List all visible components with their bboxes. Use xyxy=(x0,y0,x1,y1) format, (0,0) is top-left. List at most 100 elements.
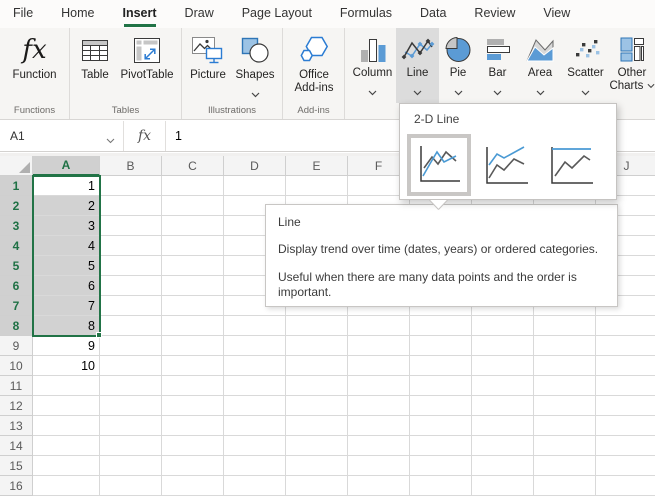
cell-J13[interactable] xyxy=(596,416,655,436)
cell-G11[interactable] xyxy=(410,376,472,396)
pie-chart-button[interactable]: Pie xyxy=(439,28,477,103)
cell-I9[interactable] xyxy=(534,336,596,356)
tab-home[interactable]: Home xyxy=(61,0,94,28)
name-box[interactable]: A1 xyxy=(0,121,124,151)
cell-H9[interactable] xyxy=(472,336,534,356)
cell-C6[interactable] xyxy=(162,276,224,296)
cell-D14[interactable] xyxy=(224,436,286,456)
cell-A16[interactable] xyxy=(33,476,100,496)
option-line[interactable] xyxy=(407,134,471,196)
cell-E9[interactable] xyxy=(286,336,348,356)
cell-A5[interactable]: 5 xyxy=(33,256,100,276)
cell-I13[interactable] xyxy=(534,416,596,436)
cell-C11[interactable] xyxy=(162,376,224,396)
cell-E16[interactable] xyxy=(286,476,348,496)
cell-J16[interactable] xyxy=(596,476,655,496)
cell-E15[interactable] xyxy=(286,456,348,476)
cell-C12[interactable] xyxy=(162,396,224,416)
column-header-B[interactable]: B xyxy=(100,156,162,176)
scatter-chart-button[interactable]: Scatter xyxy=(562,28,609,103)
cell-A14[interactable] xyxy=(33,436,100,456)
table-button[interactable]: Table xyxy=(75,28,115,103)
cell-E12[interactable] xyxy=(286,396,348,416)
cell-A11[interactable] xyxy=(33,376,100,396)
function-button[interactable]: fx Function xyxy=(0,28,69,103)
cell-F11[interactable] xyxy=(348,376,410,396)
cell-G15[interactable] xyxy=(410,456,472,476)
cell-I15[interactable] xyxy=(534,456,596,476)
cell-A4[interactable]: 4 xyxy=(33,236,100,256)
row-header-5[interactable]: 5 xyxy=(0,256,33,276)
cell-F9[interactable] xyxy=(348,336,410,356)
bar-chart-button[interactable]: Bar xyxy=(477,28,518,103)
option-stacked-line[interactable] xyxy=(480,143,532,189)
cell-B3[interactable] xyxy=(100,216,162,236)
shapes-button[interactable]: Shapes xyxy=(231,28,279,103)
cell-E1[interactable] xyxy=(286,176,348,196)
tab-draw[interactable]: Draw xyxy=(185,0,214,28)
row-header-15[interactable]: 15 xyxy=(0,456,33,476)
cell-C8[interactable] xyxy=(162,316,224,336)
column-chart-button[interactable]: Column xyxy=(349,28,396,103)
cell-E14[interactable] xyxy=(286,436,348,456)
cell-E10[interactable] xyxy=(286,356,348,376)
cell-I11[interactable] xyxy=(534,376,596,396)
cell-B12[interactable] xyxy=(100,396,162,416)
cell-A9[interactable]: 9 xyxy=(33,336,100,356)
cell-H16[interactable] xyxy=(472,476,534,496)
cell-C13[interactable] xyxy=(162,416,224,436)
cell-D10[interactable] xyxy=(224,356,286,376)
tab-formulas[interactable]: Formulas xyxy=(340,0,392,28)
cell-B5[interactable] xyxy=(100,256,162,276)
cell-D13[interactable] xyxy=(224,416,286,436)
row-header-8[interactable]: 8 xyxy=(0,316,33,336)
cell-G13[interactable] xyxy=(410,416,472,436)
cell-B4[interactable] xyxy=(100,236,162,256)
cell-F16[interactable] xyxy=(348,476,410,496)
tab-insert[interactable]: Insert xyxy=(123,0,157,28)
cell-G16[interactable] xyxy=(410,476,472,496)
row-header-3[interactable]: 3 xyxy=(0,216,33,236)
row-header-16[interactable]: 16 xyxy=(0,476,33,496)
cell-B8[interactable] xyxy=(100,316,162,336)
cell-F12[interactable] xyxy=(348,396,410,416)
cell-F13[interactable] xyxy=(348,416,410,436)
insert-function-button[interactable]: fx xyxy=(124,121,166,151)
cell-D11[interactable] xyxy=(224,376,286,396)
cell-E11[interactable] xyxy=(286,376,348,396)
cell-H8[interactable] xyxy=(472,316,534,336)
cell-D12[interactable] xyxy=(224,396,286,416)
cell-A3[interactable]: 3 xyxy=(33,216,100,236)
cell-J8[interactable] xyxy=(596,316,655,336)
cell-E13[interactable] xyxy=(286,416,348,436)
cell-B2[interactable] xyxy=(100,196,162,216)
cell-F10[interactable] xyxy=(348,356,410,376)
cell-J9[interactable] xyxy=(596,336,655,356)
cell-F8[interactable] xyxy=(348,316,410,336)
row-header-9[interactable]: 9 xyxy=(0,336,33,356)
cell-B9[interactable] xyxy=(100,336,162,356)
cell-B1[interactable] xyxy=(100,176,162,196)
other-charts-button[interactable]: Other Charts xyxy=(609,28,655,103)
line-chart-button[interactable]: Line xyxy=(396,28,439,103)
cell-H15[interactable] xyxy=(472,456,534,476)
column-header-D[interactable]: D xyxy=(224,156,286,176)
cell-B13[interactable] xyxy=(100,416,162,436)
cell-A6[interactable]: 6 xyxy=(33,276,100,296)
picture-button[interactable]: Picture xyxy=(185,28,231,103)
tab-review[interactable]: Review xyxy=(474,0,515,28)
cell-D8[interactable] xyxy=(224,316,286,336)
fill-handle[interactable] xyxy=(96,332,102,338)
cell-B16[interactable] xyxy=(100,476,162,496)
cell-A15[interactable] xyxy=(33,456,100,476)
cell-J11[interactable] xyxy=(596,376,655,396)
cell-F14[interactable] xyxy=(348,436,410,456)
cell-I10[interactable] xyxy=(534,356,596,376)
cell-I12[interactable] xyxy=(534,396,596,416)
cell-C14[interactable] xyxy=(162,436,224,456)
cell-G12[interactable] xyxy=(410,396,472,416)
area-chart-button[interactable]: Area xyxy=(518,28,562,103)
cell-A13[interactable] xyxy=(33,416,100,436)
column-header-E[interactable]: E xyxy=(286,156,348,176)
cell-B10[interactable] xyxy=(100,356,162,376)
